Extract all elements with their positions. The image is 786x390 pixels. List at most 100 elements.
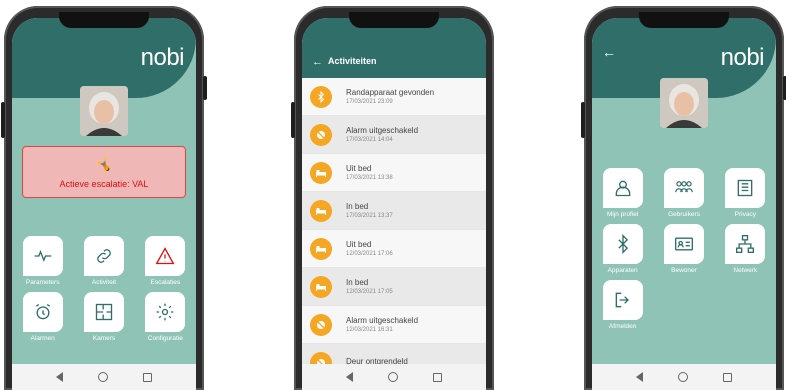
phone-home: nobi 🤸 Actieve escalatie: VAL Parameters — [1, 6, 207, 390]
alarm-clock-icon — [35, 303, 50, 320]
list-item-text: Alarm uitgeschakeld 12/03/2021 16:31 — [346, 316, 418, 333]
tile-label: Netwerk — [733, 267, 758, 274]
alarm-off-icon — [310, 123, 332, 146]
nav-recent-icon[interactable] — [723, 372, 733, 382]
active-escalation-banner[interactable]: 🤸 Actieve escalatie: VAL — [22, 146, 186, 198]
gear-icon — [156, 303, 174, 321]
list-item-date: 12/03/2021 17:05 — [346, 289, 393, 295]
tile-label: Escalaties — [150, 279, 181, 286]
bed-icon — [310, 237, 332, 260]
tile-label: Mijn profiel — [606, 211, 639, 218]
bluetooth-icon — [618, 234, 628, 254]
tile-gebruikers[interactable]: Gebruikers — [653, 168, 714, 218]
users-icon — [675, 181, 693, 193]
tile-netwerk[interactable]: Netwerk — [715, 224, 776, 274]
phone-notch — [639, 12, 729, 28]
nav-home-icon[interactable] — [387, 372, 398, 382]
list-item-title: In bed — [346, 278, 369, 287]
alarm-off-icon — [310, 351, 332, 364]
list-item-date: 12/03/2021 17:06 — [346, 251, 393, 257]
list-item-text: Uit bed 17/03/2021 13:38 — [346, 164, 393, 181]
list-item[interactable]: Alarm uitgeschakeld 17/03/2021 14:04 — [302, 116, 486, 154]
phone-notch — [349, 12, 439, 28]
list-item-title: Randapparaat gevonden — [346, 88, 435, 97]
tile-label: Privacy — [734, 211, 756, 218]
tile-label: Activiteit — [91, 279, 117, 286]
list-item-text: Randapparaat gevonden 17/03/2021 23:09 — [346, 88, 434, 105]
id-card-icon — [674, 237, 693, 251]
list-item[interactable]: Alarm uitgeschakeld 12/03/2021 16:31 — [302, 306, 486, 344]
list-item-title: Uit bed — [346, 240, 372, 249]
alarm-off-icon — [310, 313, 332, 336]
list-item[interactable]: Randapparaat gevonden 17/03/2021 23:09 — [302, 78, 486, 116]
escalation-label: Actieve escalatie: VAL — [59, 179, 149, 189]
list-item[interactable]: Uit bed 17/03/2021 13:38 — [302, 154, 486, 192]
pulse-icon — [34, 250, 51, 262]
avatar[interactable] — [80, 86, 128, 136]
nav-recent-icon[interactable] — [433, 372, 443, 382]
list-item[interactable]: In bed 17/03/2021 13:37 — [302, 192, 486, 230]
list-item[interactable]: In bed 12/03/2021 17:05 — [302, 268, 486, 306]
tile-mijn-profiel[interactable]: Mijn profiel — [592, 168, 653, 218]
tile-privacy[interactable]: Privacy — [715, 168, 776, 218]
tile-afmelden[interactable]: Afmelden — [592, 280, 653, 330]
nav-home-icon[interactable] — [97, 372, 108, 382]
bluetooth-icon — [310, 85, 332, 108]
tile-label: Bewoner — [671, 267, 697, 274]
tile-label: Gebruikers — [668, 211, 700, 218]
nobi-logo: nobi — [720, 44, 765, 71]
list-item[interactable]: Uit bed 12/03/2021 17:06 — [302, 230, 486, 268]
nav-home-icon[interactable] — [677, 372, 688, 382]
link-icon — [97, 249, 111, 263]
phone-settings: ← nobi Mijn profiel Gebruikers Privacy A… — [581, 6, 786, 390]
tile-apparaten[interactable]: Apparaten — [592, 224, 653, 274]
list-item-date: 17/03/2021 13:37 — [346, 213, 393, 219]
back-arrow-icon[interactable]: ← — [312, 56, 323, 68]
nav-recent-icon[interactable] — [143, 372, 153, 382]
home-tile-grid: Parameters Activiteit Escalaties Alarmen… — [12, 236, 196, 342]
nav-back-icon[interactable] — [635, 372, 643, 382]
floorplan-icon — [95, 303, 113, 321]
tile-label: Kamers — [92, 335, 116, 342]
list-item-date: 12/03/2021 16:31 — [346, 327, 393, 333]
tile-label: Apparaten — [607, 267, 638, 274]
warning-icon — [155, 247, 175, 265]
tile-escalaties[interactable]: Escalaties — [135, 236, 196, 286]
list-item-text: Deur ontgrendeld — [346, 357, 408, 364]
avatar[interactable] — [660, 78, 708, 128]
fall-icon: 🤸 — [94, 157, 114, 174]
nav-back-icon[interactable] — [55, 372, 63, 382]
user-icon — [615, 180, 630, 197]
tile-label: Afmelden — [608, 323, 637, 330]
phone-notch — [59, 12, 149, 28]
tile-label: Alarmen — [30, 335, 55, 342]
list-item-date: 17/03/2021 23:09 — [346, 99, 393, 105]
list-item-title: Uit bed — [346, 164, 372, 173]
settings-tile-grid: Mijn profiel Gebruikers Privacy Apparate… — [592, 168, 776, 330]
android-nav-bar — [12, 364, 196, 390]
tile-configuratie[interactable]: Configuratie — [135, 292, 196, 342]
activity-list: Randapparaat gevonden 17/03/2021 23:09 Ala… — [302, 78, 486, 364]
privacy-icon — [737, 179, 753, 197]
tile-bewoner[interactable]: Bewoner — [653, 224, 714, 274]
list-item-text: Uit bed 12/03/2021 17:06 — [346, 240, 393, 257]
page-title: Activiteiten — [328, 56, 377, 66]
android-nav-bar — [302, 364, 486, 390]
nav-back-icon[interactable] — [345, 372, 353, 382]
list-item-title: Alarm uitgeschakeld — [346, 126, 419, 135]
tile-label: Parameters — [25, 279, 60, 286]
tile-activiteit[interactable]: Activiteit — [73, 236, 134, 286]
tile-label: Configuratie — [147, 335, 183, 342]
list-item-text: Alarm uitgeschakeld 17/03/2021 14:04 — [346, 126, 418, 143]
phone-activities: ← Activiteiten Randapparaat gevonden 17/0… — [291, 6, 494, 390]
list-item-text: In bed 17/03/2021 13:37 — [346, 202, 393, 219]
nobi-logo: nobi — [140, 44, 185, 71]
list-item-date: 17/03/2021 14:04 — [346, 137, 393, 143]
tile-kamers[interactable]: Kamers — [73, 292, 134, 342]
list-item-date: 17/03/2021 13:38 — [346, 175, 393, 181]
tile-alarmen[interactable]: Alarmen — [12, 292, 73, 342]
back-arrow-icon[interactable]: ← — [602, 44, 616, 60]
home-screen: nobi 🤸 Actieve escalatie: VAL Parameters — [12, 18, 196, 390]
tile-parameters[interactable]: Parameters — [12, 236, 73, 286]
list-item[interactable]: Deur ontgrendeld — [302, 344, 486, 364]
